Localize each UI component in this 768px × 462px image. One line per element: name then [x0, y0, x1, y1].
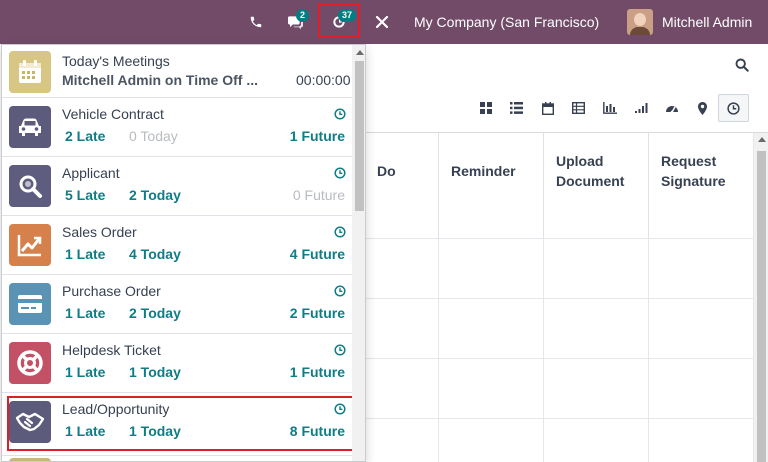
activity-item-vehicle-contract[interactable]: Vehicle Contract 2 Late 0 Today 1 Future: [2, 98, 352, 157]
magnifier-icon: [9, 165, 51, 207]
meeting-subtitle: Mitchell Admin on Time Off ...: [62, 72, 259, 88]
top-navbar: 2 37 My Company (San Francisco) Mitchell…: [0, 0, 768, 44]
user-name: Mitchell Admin: [662, 14, 753, 30]
clock-icon: [334, 285, 346, 297]
meeting-time: 00:00:00: [296, 72, 351, 88]
activity-counts: 1 Late 1 Today 1 Future: [65, 364, 345, 382]
activity-counts: 1 Late 2 Today 2 Future: [65, 305, 345, 323]
today-count[interactable]: 0 Today: [129, 128, 178, 144]
lead-opportunity-highlight-box: [7, 396, 356, 451]
scroll-up-arrow[interactable]: [758, 137, 766, 142]
avatar: [627, 9, 653, 35]
late-count[interactable]: 1 Late: [65, 246, 105, 262]
search-icon[interactable]: [735, 58, 755, 78]
clock-icon: [334, 167, 346, 179]
cohort-icon[interactable]: [625, 94, 656, 122]
activity-item-purchase-order[interactable]: Purchase Order 1 Late 2 Today 2 Future: [2, 275, 352, 334]
activity-counts: 5 Late 2 Today 0 Future: [65, 187, 345, 205]
phone-icon[interactable]: [244, 0, 268, 44]
activity-counts: 2 Late 0 Today 1 Future: [65, 128, 345, 146]
graph-icon[interactable]: [594, 94, 625, 122]
activity-item-title: Vehicle Contract: [62, 106, 164, 122]
scrollbar-thumb[interactable]: [355, 61, 364, 211]
dashboard-icon[interactable]: [656, 94, 687, 122]
user-menu[interactable]: Mitchell Admin: [627, 0, 752, 44]
row-divider: [365, 418, 753, 419]
list-icon[interactable]: [501, 94, 532, 122]
chat-icon[interactable]: 2: [278, 0, 312, 44]
next-item-icon-partial: [9, 458, 51, 461]
kanban-icon[interactable]: [470, 94, 501, 122]
activity-item-title: Applicant: [62, 165, 120, 181]
activity-item-sales-order[interactable]: Sales Order 1 Late 4 Today 4 Future: [2, 216, 352, 275]
activity-item-title: Helpdesk Ticket: [62, 342, 161, 358]
activity-view-icon[interactable]: [718, 94, 749, 122]
column-header[interactable]: Do: [365, 133, 438, 238]
future-count[interactable]: 1 Future: [290, 128, 345, 144]
activity-item-applicant[interactable]: Applicant 5 Late 2 Today 0 Future: [2, 157, 352, 216]
scrollbar-thumb[interactable]: [757, 151, 766, 462]
future-count[interactable]: 4 Future: [290, 246, 345, 262]
today-count[interactable]: 1 Today: [129, 364, 181, 380]
company-switcher[interactable]: My Company (San Francisco): [414, 0, 599, 44]
trend-chart-icon: [9, 224, 51, 266]
lifebuoy-icon: [9, 342, 51, 384]
activity-table: Do Reminder Upload Document Request Sign…: [365, 133, 753, 462]
activity-item-title: Purchase Order: [62, 283, 161, 299]
chat-badge: 2: [296, 9, 310, 22]
calendar-icon: [9, 51, 51, 93]
row-divider: [365, 298, 753, 299]
today-count[interactable]: 4 Today: [129, 246, 181, 262]
map-marker-icon[interactable]: [687, 94, 718, 122]
row-divider: [365, 358, 753, 359]
column-header[interactable]: Reminder: [438, 133, 543, 238]
credit-card-icon: [9, 283, 51, 325]
activity-counts: 1 Late 4 Today 4 Future: [65, 246, 345, 264]
future-count[interactable]: 2 Future: [290, 305, 345, 321]
calendar-icon[interactable]: [532, 94, 563, 122]
clock-icon: [334, 226, 346, 238]
scroll-up-arrow[interactable]: [356, 50, 364, 55]
today-count[interactable]: 2 Today: [129, 187, 181, 203]
late-count[interactable]: 5 Late: [65, 187, 105, 203]
activity-item-title: Today's Meetings: [62, 53, 170, 69]
dropdown-scrollbar[interactable]: [352, 45, 365, 461]
late-count[interactable]: 1 Late: [65, 305, 105, 321]
future-count[interactable]: 1 Future: [290, 364, 345, 380]
today-count[interactable]: 2 Today: [129, 305, 181, 321]
column-header[interactable]: Upload Document: [543, 133, 648, 238]
car-icon: [9, 106, 51, 148]
activity-item-helpdesk-ticket[interactable]: Helpdesk Ticket 1 Late 1 Today 1 Future: [2, 334, 352, 393]
future-count[interactable]: 0 Future: [293, 187, 345, 203]
row-divider: [365, 238, 753, 239]
pivot-icon[interactable]: [563, 94, 594, 122]
late-count[interactable]: 2 Late: [65, 128, 105, 144]
clock-icon: [334, 108, 346, 120]
activity-menu-dropdown: Today's Meetings Mitchell Admin on Time …: [1, 44, 366, 462]
column-divider: [648, 238, 649, 462]
column-divider: [438, 238, 439, 462]
close-icon[interactable]: [370, 0, 394, 44]
late-count[interactable]: 1 Late: [65, 364, 105, 380]
clock-icon: [334, 344, 346, 356]
activity-highlight-box: [318, 3, 360, 38]
activity-item-meetings[interactable]: Today's Meetings Mitchell Admin on Time …: [2, 45, 352, 98]
table-scrollbar[interactable]: [753, 133, 768, 462]
view-switcher: [470, 94, 749, 122]
column-header[interactable]: Request Signature: [648, 133, 753, 238]
column-divider: [543, 238, 544, 462]
activity-item-title: Sales Order: [62, 224, 137, 240]
